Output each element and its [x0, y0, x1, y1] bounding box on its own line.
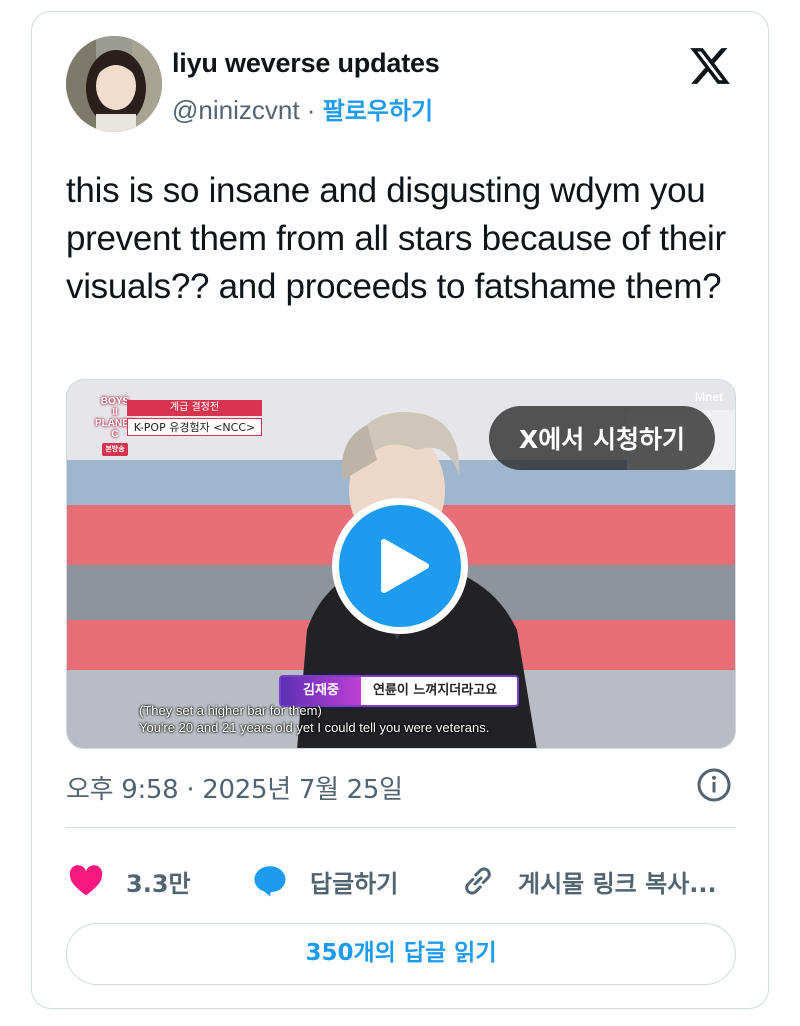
- video-player[interactable]: BOYS II PLANET C 본방송 계급 결정전 K-POP 유경험자 <…: [66, 379, 736, 749]
- tweet-timestamp[interactable]: 오후 9:58 · 2025년 7월 25일: [66, 769, 403, 806]
- segment-subtitle-badge: K-POP 유경험자 <NCC>: [127, 418, 262, 436]
- heart-icon: [69, 865, 103, 896]
- watch-on-x-button[interactable]: X에서 시청하기: [489, 406, 715, 470]
- segment-badge: 계급 결정전: [127, 400, 262, 416]
- action-bar: 3.3만 답글하기 게시물 링크 복사...: [66, 858, 736, 904]
- copy-link-button[interactable]: 게시물 링크 복사...: [460, 858, 717, 904]
- lower-third-quote: 연륜이 느껴지더라고요: [373, 683, 498, 698]
- meta-separator: ·: [306, 95, 316, 125]
- divider: [66, 827, 736, 828]
- play-icon: [381, 539, 429, 593]
- reply-label: 답글하기: [310, 869, 399, 898]
- follow-button[interactable]: 팔로우하기: [323, 97, 433, 125]
- author-handle[interactable]: @ninizcvnt: [172, 95, 300, 125]
- reply-button[interactable]: 답글하기: [252, 858, 398, 904]
- channel-stamp: Mnet: [695, 390, 723, 404]
- info-icon[interactable]: [696, 767, 732, 803]
- avatar[interactable]: [66, 36, 162, 132]
- read-replies-button[interactable]: 350개의 답글 읽기: [66, 923, 736, 985]
- video-subtitles: (They set a higher bar for them) You're …: [139, 703, 490, 735]
- like-count: 3.3만: [126, 869, 191, 898]
- tweet-text: this is so insane and disgusting wdym yo…: [66, 171, 726, 306]
- tweet-card: liyu weverse updates @ninizcvnt · 팔로우하기 …: [31, 11, 769, 1009]
- copy-link-label: 게시물 링크 복사...: [518, 869, 717, 898]
- author-meta: @ninizcvnt · 팔로우하기: [172, 91, 433, 126]
- link-icon: [465, 867, 491, 895]
- author-display-name[interactable]: liyu weverse updates: [172, 48, 440, 79]
- x-logo-icon[interactable]: [688, 44, 732, 88]
- lower-third-name: 김재중: [281, 677, 361, 705]
- reply-bubble-icon: [254, 866, 286, 897]
- like-button[interactable]: 3.3만: [68, 858, 191, 904]
- play-button[interactable]: [332, 498, 468, 634]
